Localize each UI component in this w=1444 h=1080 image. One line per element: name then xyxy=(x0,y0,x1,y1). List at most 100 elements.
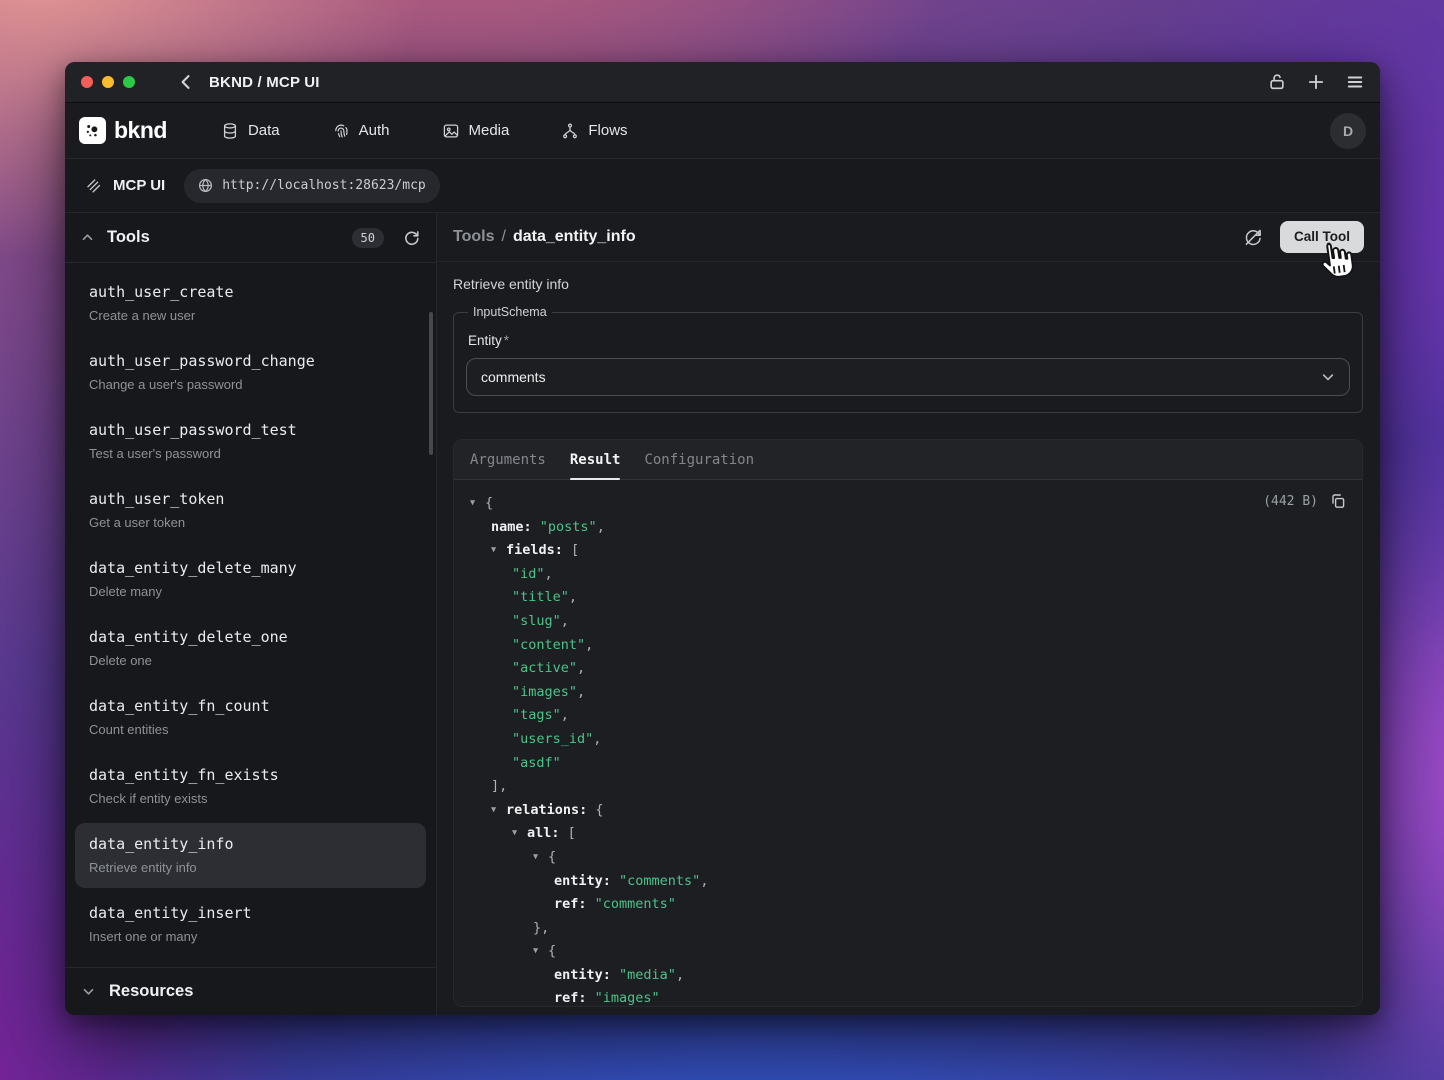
brand-logo[interactable]: bknd xyxy=(79,117,167,144)
nav-item-auth[interactable]: Auth xyxy=(332,122,390,140)
json-line: ▼{ xyxy=(470,846,1346,870)
chevron-up-icon[interactable] xyxy=(81,231,94,244)
lock-open-icon[interactable] xyxy=(1268,73,1286,91)
collapse-triangle-icon[interactable]: ▼ xyxy=(533,940,548,964)
nav-item-media[interactable]: Media xyxy=(442,122,510,140)
json-punctuation: { xyxy=(485,495,493,511)
tools-section-title: Tools xyxy=(107,228,150,247)
json-string: "users_id" xyxy=(512,731,593,747)
breadcrumb-section[interactable]: Tools xyxy=(453,228,494,246)
tool-list-item-data_entity_delete_many[interactable]: data_entity_delete_many Delete many xyxy=(75,547,426,612)
collapse-triangle-icon[interactable]: ▼ xyxy=(491,799,506,823)
nav-item-data[interactable]: Data xyxy=(221,122,280,140)
hamburger-menu-icon[interactable] xyxy=(1346,73,1364,91)
collapse-triangle-icon[interactable]: ▼ xyxy=(533,846,548,870)
back-icon[interactable] xyxy=(177,73,195,91)
json-punctuation: { xyxy=(548,849,556,865)
entity-select[interactable]: comments xyxy=(466,358,1350,396)
collapse-triangle-icon[interactable]: ▼ xyxy=(512,822,527,846)
tool-list: auth_user_create Create a new user auth_… xyxy=(65,263,436,967)
json-string: "title" xyxy=(512,589,569,605)
json-string: "tags" xyxy=(512,707,561,723)
titlebar: BKND / MCP UI xyxy=(65,62,1380,103)
json-punctuation: , xyxy=(676,967,684,983)
globe-icon xyxy=(198,178,213,193)
json-punctuation: { xyxy=(595,802,603,818)
json-punctuation: , xyxy=(561,613,569,629)
json-punctuation: , xyxy=(597,519,605,535)
json-string: "id" xyxy=(512,566,545,582)
tools-section-header[interactable]: Tools 50 xyxy=(65,213,436,263)
select-chevron-down-icon xyxy=(1321,370,1335,384)
input-schema-fieldset: InputSchema Entity* comments xyxy=(453,305,1363,413)
json-line: "tags", xyxy=(470,704,1346,728)
json-string: "asdf" xyxy=(512,755,561,771)
mcp-bar: MCP UI http://localhost:28623/mcp xyxy=(65,158,1380,213)
json-punctuation: ], xyxy=(491,778,507,794)
tool-list-item-data_entity_fn_exists[interactable]: data_entity_fn_exists Check if entity ex… xyxy=(75,754,426,819)
desktop-wallpaper: BKND / MCP UI bknd Data xyxy=(0,0,1444,1080)
tool-list-item-data_entity_insert[interactable]: data_entity_insert Insert one or many xyxy=(75,892,426,957)
breadcrumb-separator: / xyxy=(501,228,505,246)
json-punctuation: , xyxy=(577,660,585,676)
tool-list-item-data_entity_fn_count[interactable]: data_entity_fn_count Count entities xyxy=(75,685,426,750)
resources-section-header[interactable]: Resources xyxy=(65,967,436,1015)
image-icon xyxy=(442,122,460,140)
tool-description: Check if entity exists xyxy=(89,791,412,807)
json-toolbar: (442 B) xyxy=(1263,493,1346,509)
tool-list-item-auth_user_create[interactable]: auth_user_create Create a new user xyxy=(75,271,426,336)
minimize-window-button[interactable] xyxy=(102,76,114,88)
database-icon xyxy=(221,122,239,140)
server-url-pill[interactable]: http://localhost:28623/mcp xyxy=(184,169,440,203)
result-tabs: Arguments Result Configuration xyxy=(454,440,1362,480)
nav-item-label: Flows xyxy=(588,122,627,139)
json-key: all: xyxy=(527,825,568,841)
json-string: "slug" xyxy=(512,613,561,629)
new-tab-icon[interactable] xyxy=(1307,73,1325,91)
nav-items: Data Auth Media Flows xyxy=(221,122,628,140)
json-string: "images" xyxy=(512,684,577,700)
tools-sidebar: Tools 50 auth_user_create Create a new u… xyxy=(65,213,437,1015)
tool-list-item-auth_user_token[interactable]: auth_user_token Get a user token xyxy=(75,478,426,543)
json-viewer: ▼{ name: "posts", ▼fields: [ "id", "titl… xyxy=(454,480,1362,1006)
collapse-triangle-icon[interactable]: ▼ xyxy=(470,492,485,516)
refresh-off-icon[interactable] xyxy=(1243,227,1263,247)
nav-item-flows[interactable]: Flows xyxy=(561,122,627,140)
tool-list-item-auth_user_password_change[interactable]: auth_user_password_change Change a user'… xyxy=(75,340,426,405)
json-key: relations: xyxy=(506,802,595,818)
tab-result[interactable]: Result xyxy=(570,440,621,479)
tool-list-item-auth_user_password_test[interactable]: auth_user_password_test Test a user's pa… xyxy=(75,409,426,474)
json-line: "users_id", xyxy=(470,728,1346,752)
server-url: http://localhost:28623/mcp xyxy=(222,178,426,193)
copy-icon[interactable] xyxy=(1330,493,1346,509)
json-punctuation: , xyxy=(577,684,585,700)
json-string: "posts" xyxy=(540,519,597,535)
json-string: "active" xyxy=(512,660,577,676)
json-key: entity: xyxy=(554,873,619,889)
json-line: "active", xyxy=(470,657,1346,681)
refresh-icon[interactable] xyxy=(403,229,420,246)
json-line: "id", xyxy=(470,563,1346,587)
json-string: "media" xyxy=(619,967,676,983)
json-key: entity: xyxy=(554,967,619,983)
maximize-window-button[interactable] xyxy=(123,76,135,88)
cursor-pointer xyxy=(1312,236,1358,287)
tab-arguments[interactable]: Arguments xyxy=(470,440,546,479)
tool-name: data_entity_fn_count xyxy=(89,697,412,715)
json-punctuation: , xyxy=(700,873,708,889)
tool-list-item-data_entity_delete_one[interactable]: data_entity_delete_one Delete one xyxy=(75,616,426,681)
tool-description: Delete many xyxy=(89,584,412,600)
tool-list-item-data_entity_info[interactable]: data_entity_info Retrieve entity info xyxy=(75,823,426,888)
tool-description: Change a user's password xyxy=(89,377,412,393)
avatar[interactable]: D xyxy=(1330,113,1366,149)
mcp-title: MCP UI xyxy=(113,177,165,194)
json-line: ▼{ xyxy=(470,492,1346,516)
close-window-button[interactable] xyxy=(81,76,93,88)
collapse-triangle-icon[interactable]: ▼ xyxy=(491,539,506,563)
sidebar-scrollbar-thumb[interactable] xyxy=(429,312,433,455)
tab-configuration[interactable]: Configuration xyxy=(644,440,754,479)
json-punctuation: , xyxy=(561,707,569,723)
nav-item-label: Media xyxy=(469,122,510,139)
chevron-down-icon[interactable] xyxy=(82,985,95,998)
json-punctuation: , xyxy=(585,637,593,653)
